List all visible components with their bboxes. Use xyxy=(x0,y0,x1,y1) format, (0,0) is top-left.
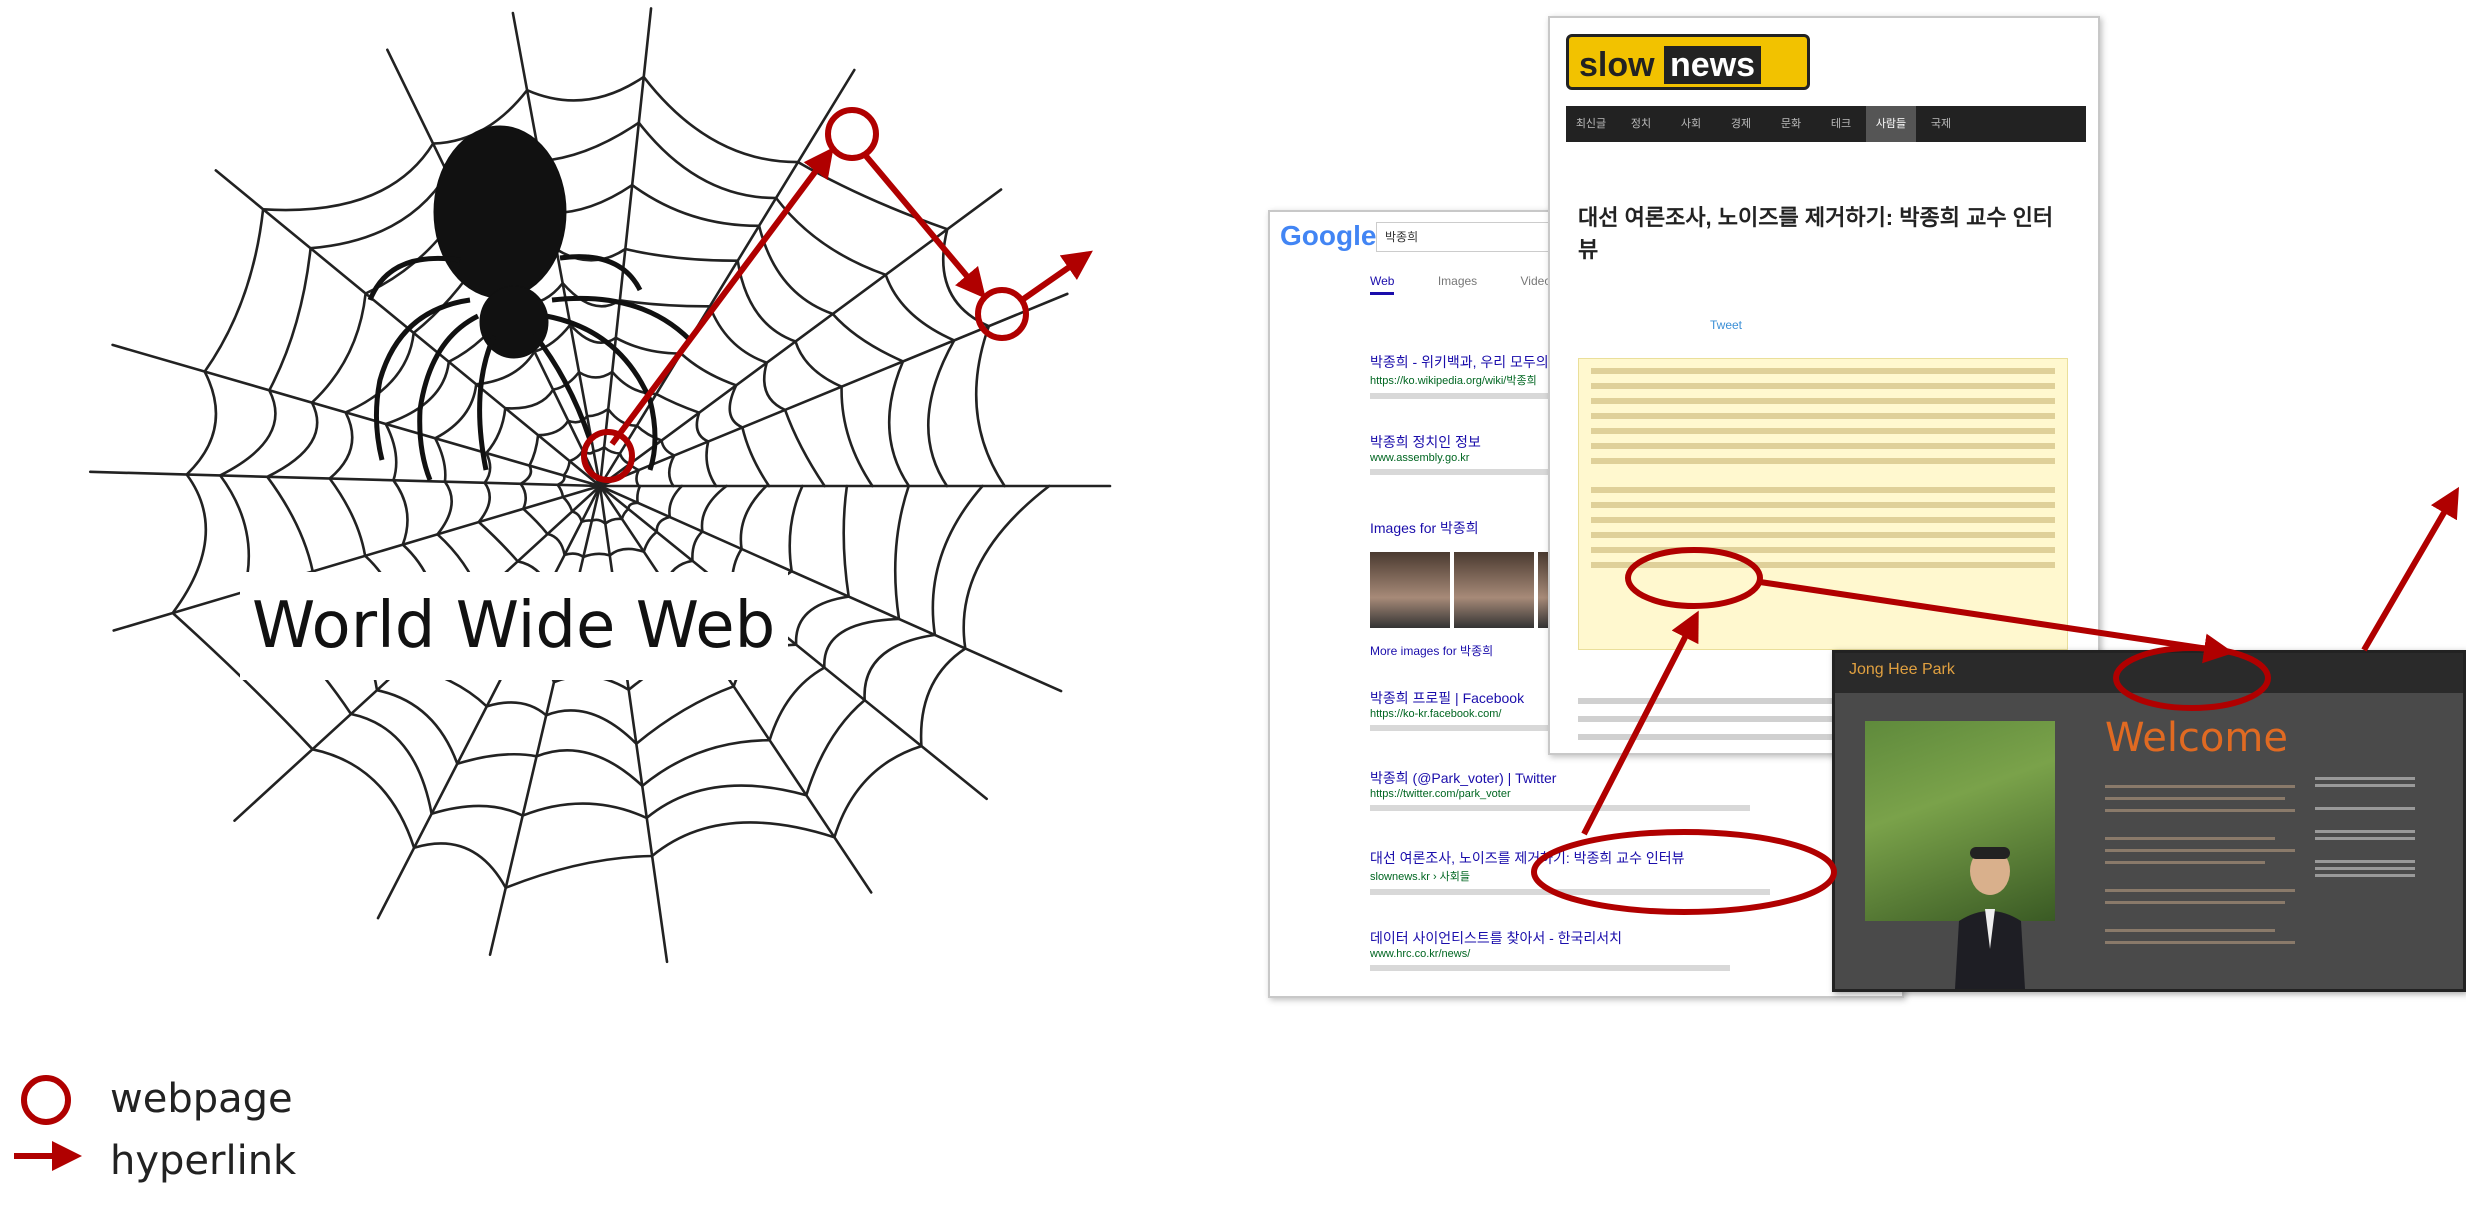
hyperlink-arrow xyxy=(1581,610,1699,836)
hyperlink-arrow xyxy=(2361,486,2460,652)
highlighted-link-homepage xyxy=(2113,645,2271,711)
legend-webpage-label: webpage xyxy=(110,1076,293,1122)
legend-hyperlink-label: hyperlink xyxy=(110,1138,297,1184)
highlighted-link-google xyxy=(1531,829,1837,915)
hyperlink-arrow xyxy=(1759,579,2234,664)
legend xyxy=(14,1075,82,1171)
page-links-overlay xyxy=(14,486,2460,1171)
webpage-legend-icon xyxy=(21,1075,71,1125)
highlighted-link-article xyxy=(1625,547,1763,609)
